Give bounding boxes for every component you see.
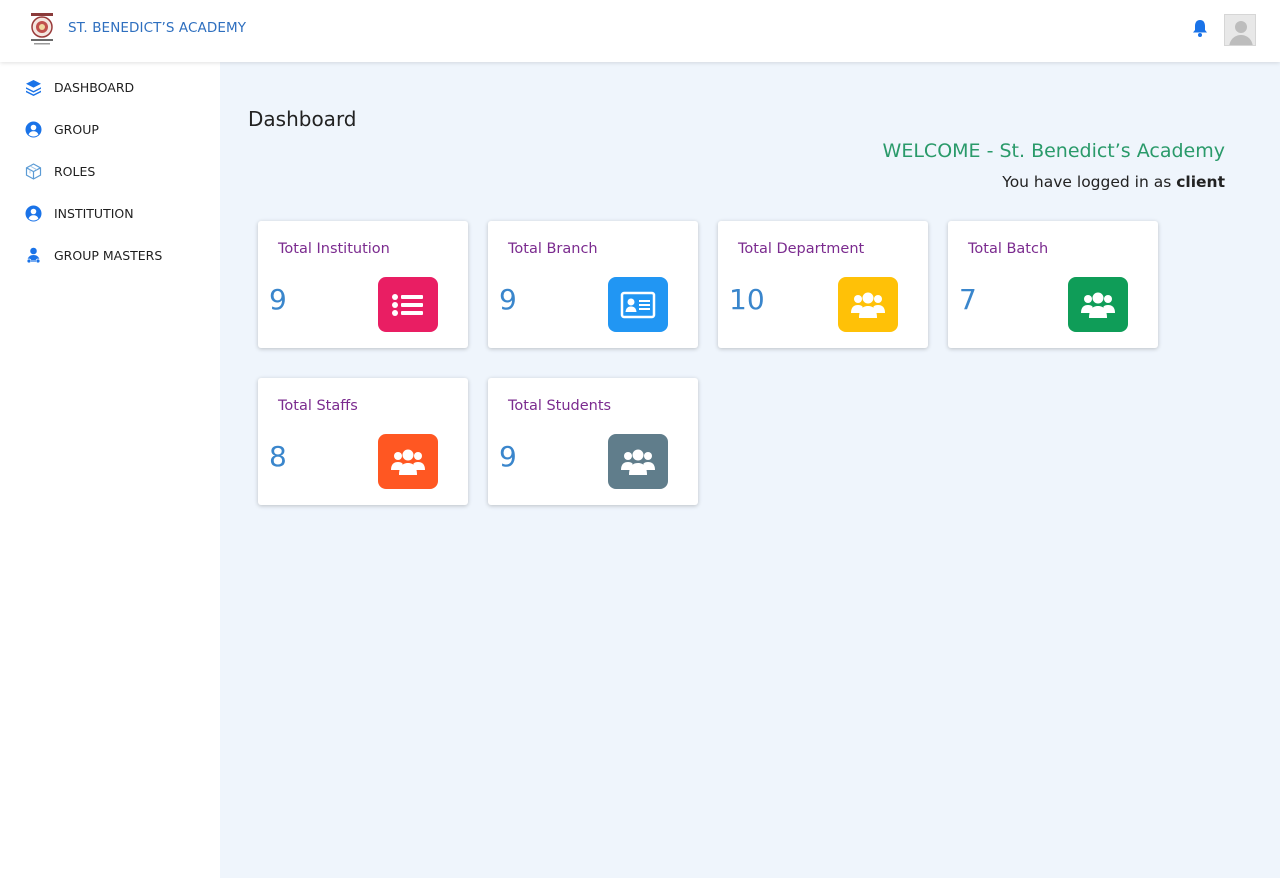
users-icon	[851, 292, 885, 318]
user-circle-icon	[25, 205, 42, 222]
layers-icon	[26, 80, 41, 96]
card-icon-tile	[838, 277, 898, 332]
card-title: Total Students	[508, 398, 612, 414]
stat-card-batch[interactable]: Total Batch 7	[948, 221, 1158, 348]
sidebar-item-dashboard[interactable]: DASHBOARD	[0, 66, 220, 108]
card-title: Total Branch	[508, 241, 598, 257]
user-circle-icon	[25, 121, 42, 138]
stat-card-institution[interactable]: Total Institution 9	[258, 221, 468, 348]
card-count: 9	[269, 283, 287, 316]
card-icon-tile	[378, 434, 438, 489]
top-bar: ST. BENEDICT’S ACADEMY	[0, 0, 1280, 62]
page-title: Dashboard	[248, 107, 357, 131]
brand-title[interactable]: ST. BENEDICT’S ACADEMY	[68, 20, 246, 36]
card-title: Total Staffs	[278, 398, 358, 414]
stat-card-students[interactable]: Total Students 9	[488, 378, 698, 505]
sidebar-item-roles[interactable]: ROLES	[0, 150, 220, 192]
sidebar-item-label: DASHBOARD	[54, 80, 135, 95]
id-card-icon	[620, 291, 656, 318]
stat-card-staffs[interactable]: Total Staffs 8	[258, 378, 468, 505]
card-count: 8	[269, 440, 287, 473]
card-title: Total Department	[738, 241, 865, 257]
stat-card-department[interactable]: Total Department 10	[718, 221, 928, 348]
sidebar-item-institution[interactable]: INSTITUTION	[0, 192, 220, 234]
user-network-icon	[26, 247, 41, 264]
users-icon	[621, 449, 655, 475]
card-count: 9	[499, 283, 517, 316]
card-icon-tile	[378, 277, 438, 332]
card-title: Total Institution	[278, 241, 390, 257]
logged-in-message: You have logged in as client	[1002, 173, 1225, 191]
cube-icon	[25, 163, 42, 180]
sidebar-item-label: GROUP	[54, 122, 99, 137]
card-icon-tile	[608, 434, 668, 489]
school-crest-icon[interactable]	[28, 12, 56, 46]
card-icon-tile	[608, 277, 668, 332]
user-avatar-icon[interactable]	[1224, 14, 1256, 46]
stat-card-branch[interactable]: Total Branch 9	[488, 221, 698, 348]
list-icon	[392, 293, 423, 316]
sidebar-item-label: ROLES	[54, 164, 96, 179]
bell-icon[interactable]	[1190, 18, 1210, 38]
welcome-message: WELCOME - St. Benedict’s Academy	[882, 140, 1225, 162]
card-count: 10	[729, 283, 765, 316]
users-icon	[391, 449, 425, 475]
card-count: 7	[959, 283, 977, 316]
card-icon-tile	[1068, 277, 1128, 332]
sidebar: DASHBOARD GROUP ROLES INSTITUTION GROUP …	[0, 62, 220, 878]
sidebar-item-group-masters[interactable]: GROUP MASTERS	[0, 234, 220, 276]
card-count: 9	[499, 440, 517, 473]
sidebar-item-group[interactable]: GROUP	[0, 108, 220, 150]
logged-in-prefix: You have logged in as	[1002, 173, 1177, 191]
sidebar-item-label: INSTITUTION	[54, 206, 134, 221]
logged-in-role: client	[1176, 173, 1225, 191]
sidebar-item-label: GROUP MASTERS	[54, 248, 163, 263]
card-title: Total Batch	[968, 241, 1049, 257]
users-icon	[1081, 292, 1115, 318]
